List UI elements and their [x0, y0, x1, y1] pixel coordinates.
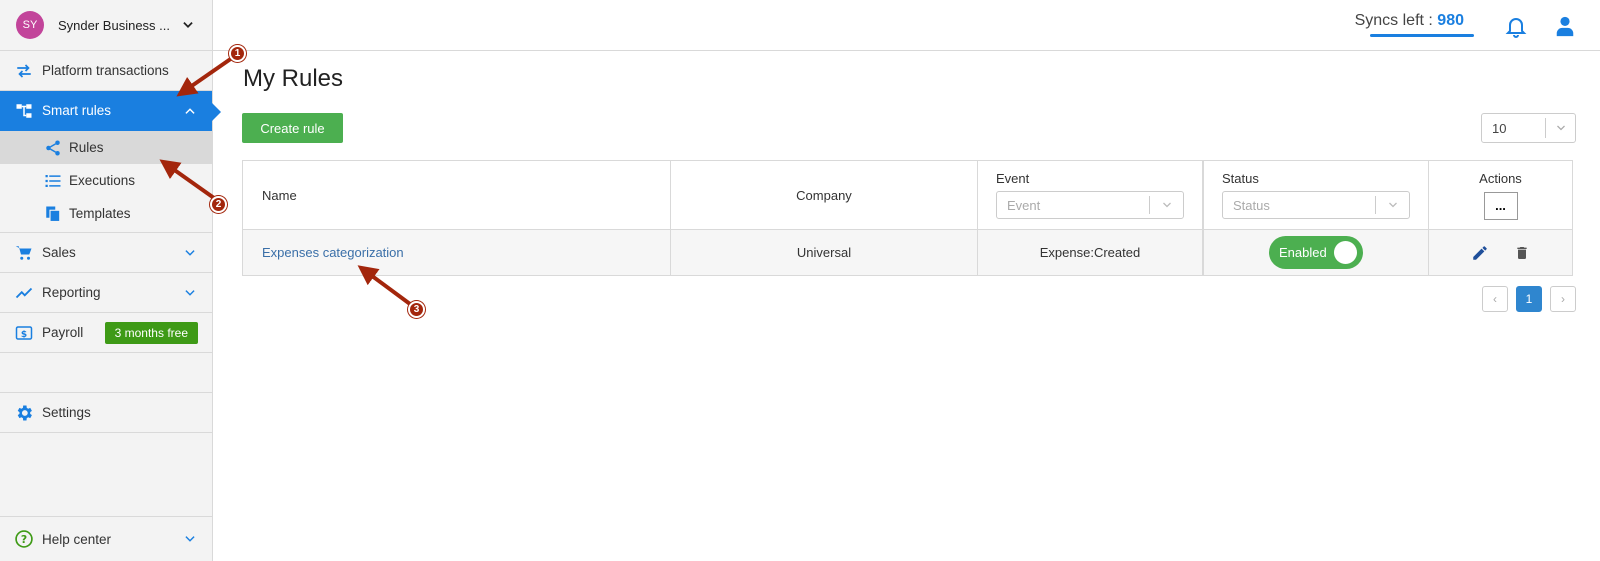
event-filter-placeholder: Event	[1007, 197, 1041, 213]
top-bar: Syncs left : 980	[213, 0, 1600, 51]
syncs-left-count: 980	[1437, 12, 1464, 29]
chevron-up-icon	[182, 103, 198, 119]
chevron-down-icon	[182, 531, 198, 547]
chevron-down-icon	[1545, 118, 1575, 138]
sidebar-subitem-rules[interactable]: Rules	[0, 131, 212, 164]
annotation-marker-2: 2	[210, 196, 227, 213]
column-header-company: Company	[671, 161, 978, 229]
pagination-prev[interactable]: ‹	[1482, 286, 1508, 312]
rule-actions-cell	[1429, 230, 1572, 275]
shopping-cart-icon	[14, 243, 34, 263]
hierarchy-icon	[14, 101, 34, 121]
event-filter-label: Event	[996, 171, 1030, 186]
sidebar-item-reporting[interactable]: Reporting	[0, 273, 212, 313]
rules-table: Name Company Event Event Status Status A…	[242, 160, 1573, 276]
trending-up-icon	[14, 283, 34, 303]
account-switcher[interactable]: SY Synder Business ...	[0, 0, 212, 51]
sidebar-item-label: Payroll	[42, 325, 84, 340]
chevron-down-icon	[180, 17, 196, 33]
rule-event-cell: Expense:Created	[978, 230, 1203, 275]
status-filter-label: Status	[1222, 171, 1259, 186]
sidebar-subitem-templates[interactable]: Templates	[0, 197, 212, 230]
bulk-actions-button[interactable]: ...	[1483, 191, 1518, 220]
sidebar: SY Synder Business ... Platform transact…	[0, 0, 221, 561]
list-icon	[44, 172, 62, 190]
create-rule-button[interactable]: Create rule	[242, 113, 343, 143]
chevron-down-icon	[182, 285, 198, 301]
actions-label: Actions	[1479, 170, 1522, 186]
chevron-down-icon	[1149, 196, 1183, 214]
column-header-name: Name	[243, 161, 671, 229]
sidebar-spacer	[0, 353, 212, 393]
table-header: Name Company Event Event Status Status A…	[243, 161, 1572, 230]
page-size-value: 10	[1492, 120, 1507, 136]
sidebar-item-smart-rules[interactable]: Smart rules	[0, 91, 221, 131]
sidebar-item-label: Settings	[42, 405, 91, 420]
transfer-arrows-icon	[14, 61, 34, 81]
syncs-left-label: Syncs left :	[1354, 12, 1433, 29]
sidebar-item-label: Sales	[42, 245, 76, 260]
table-row: Expenses categorization Universal Expens…	[243, 230, 1572, 275]
dollar-bill-icon: $	[14, 323, 34, 343]
rule-name-link[interactable]: Expenses categorization	[262, 245, 404, 260]
pencil-icon[interactable]	[1470, 243, 1490, 263]
smart-rules-submenu: Rules Executions Templates	[0, 131, 212, 233]
event-filter-select[interactable]: Event	[996, 191, 1184, 219]
sidebar-subitem-label: Executions	[69, 173, 136, 188]
column-header-actions: Actions ...	[1429, 161, 1572, 229]
column-header-event: Event Event	[978, 161, 1203, 229]
sidebar-subitem-executions[interactable]: Executions	[0, 164, 212, 197]
bell-icon[interactable]	[1504, 14, 1528, 41]
sidebar-item-sales[interactable]: Sales	[0, 233, 212, 273]
sidebar-item-label: Help center	[42, 531, 112, 547]
sidebar-subitem-label: Rules	[69, 140, 104, 155]
pagination-next[interactable]: ›	[1550, 286, 1576, 312]
user-icon[interactable]	[1554, 14, 1576, 41]
rule-name-cell: Expenses categorization	[243, 230, 671, 275]
rule-enabled-toggle[interactable]: Enabled	[1269, 236, 1363, 269]
account-name: Synder Business ...	[58, 17, 170, 33]
svg-text:?: ?	[21, 533, 27, 546]
page-size-select[interactable]: 10	[1481, 113, 1576, 143]
payroll-promo-badge[interactable]: 3 months free	[104, 321, 198, 344]
toggle-knob	[1334, 241, 1357, 264]
column-header-status: Status Status	[1203, 161, 1429, 229]
gear-icon	[14, 403, 34, 423]
toggle-label: Enabled	[1279, 245, 1327, 260]
sidebar-item-label: Platform transactions	[42, 63, 169, 78]
pagination: ‹ 1 ›	[1482, 286, 1576, 312]
sidebar-item-help-center[interactable]: ? Help center	[0, 517, 212, 561]
page-title: My Rules	[243, 65, 344, 92]
status-filter-select[interactable]: Status	[1222, 191, 1410, 219]
sidebar-item-platform-transactions[interactable]: Platform transactions	[0, 51, 212, 91]
sidebar-item-payroll[interactable]: $ Payroll 3 months free	[0, 313, 212, 353]
pagination-page[interactable]: 1	[1516, 286, 1542, 312]
chevron-down-icon	[182, 245, 198, 261]
trash-icon[interactable]	[1512, 243, 1532, 263]
rule-company-cell: Universal	[671, 230, 978, 275]
annotation-marker-3: 3	[408, 301, 425, 318]
sidebar-item-label: Reporting	[42, 285, 101, 300]
share-icon	[44, 139, 62, 157]
avatar: SY	[16, 11, 44, 39]
svg-text:$: $	[21, 329, 27, 339]
syncs-progress-bar	[1370, 34, 1474, 37]
sidebar-item-settings[interactable]: Settings	[0, 393, 212, 433]
chevron-down-icon	[1375, 196, 1409, 214]
copy-document-icon	[44, 205, 62, 223]
syncs-left[interactable]: Syncs left : 980	[1355, 12, 1464, 30]
help-circle-icon: ?	[14, 529, 34, 549]
help-section: ? Help center	[0, 516, 212, 561]
status-filter-placeholder: Status	[1233, 197, 1270, 213]
annotation-marker-1: 1	[229, 45, 246, 62]
sidebar-item-label: Smart rules	[42, 103, 112, 118]
rule-status-cell: Enabled	[1203, 230, 1429, 275]
sidebar-subitem-label: Templates	[69, 206, 131, 221]
